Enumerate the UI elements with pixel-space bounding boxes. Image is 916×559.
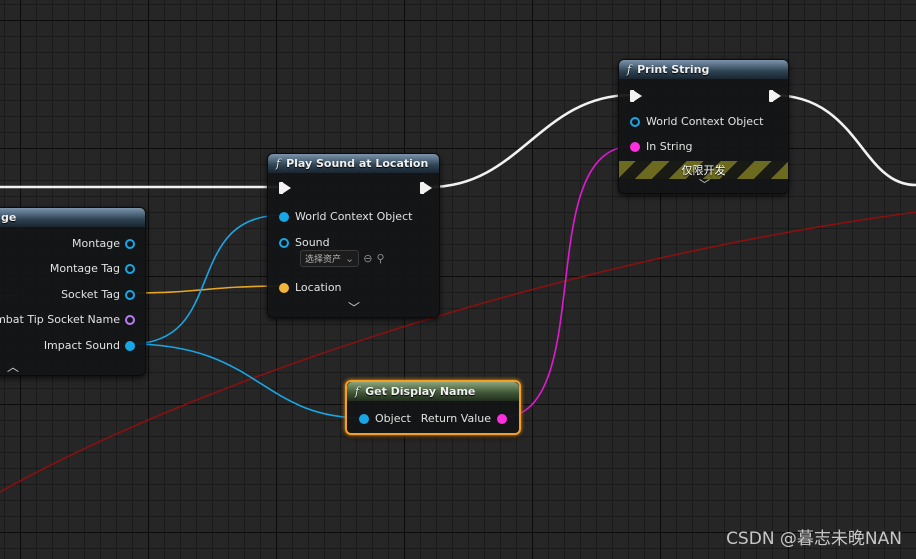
pin-return-value-label: Return Value: [420, 412, 491, 425]
pin-return-value[interactable]: Return Value: [421, 412, 507, 425]
get-display-name-header[interactable]: f Get Display Name: [347, 382, 519, 401]
watermark: CSDN @暮志未晚NAN: [726, 529, 902, 549]
hollow-blue-pin-icon[interactable]: [125, 238, 135, 249]
filled-yellow-pin-icon[interactable]: [279, 282, 289, 293]
pin-object-label: Object: [375, 412, 411, 425]
filled-blue-pin-icon[interactable]: [125, 340, 135, 351]
pin-montage-tag-label: Montage Tag: [49, 262, 120, 275]
get-display-name-title: Get Display Name: [365, 385, 476, 398]
pin-montage[interactable]: Montage: [72, 237, 135, 250]
play-sound-at-location-node[interactable]: f Play Sound at Location World Context O…: [267, 153, 440, 318]
pin-sound-label: Sound: [295, 236, 330, 249]
exec-in-pin-icon[interactable]: [630, 90, 642, 102]
wire-exec-print-out: [771, 93, 916, 187]
pin-in-string[interactable]: In String: [630, 140, 693, 153]
pin-combat-tip-socket-name[interactable]: Combat Tip Socket Name: [0, 313, 135, 326]
chevron-down-icon: ⌄: [345, 252, 355, 265]
pin-world-context-object[interactable]: World Context Object: [630, 115, 763, 128]
pin-socket-tag[interactable]: Socket Tag: [61, 288, 135, 301]
wire-impact-sound-to-world-context: [129, 214, 284, 345]
pin-impact-sound[interactable]: Impact Sound: [44, 339, 135, 352]
filled-blue-pin-icon[interactable]: [279, 211, 289, 222]
search-icon[interactable]: ⚲: [376, 252, 384, 265]
pin-socket-tag-label: Socket Tag: [61, 288, 120, 301]
filled-blue-pin-icon[interactable]: [359, 413, 369, 424]
hollow-blue-pin-icon[interactable]: [630, 116, 640, 127]
pin-location[interactable]: Location: [279, 281, 342, 294]
browse-arrow-icon[interactable]: ⊖: [363, 252, 372, 265]
asset-select-label: 选择资产: [305, 255, 342, 265]
wire-exec-play-sound-to-print: [429, 93, 633, 189]
filled-pink-pin-icon[interactable]: [630, 141, 640, 152]
pin-combat-tip-socket-name-label: Combat Tip Socket Name: [0, 313, 120, 326]
function-icon: f: [355, 385, 360, 398]
pin-montage-tag[interactable]: Montage Tag: [50, 262, 135, 275]
exec-out-pin-icon[interactable]: [769, 90, 781, 102]
hollow-blue-pin-icon[interactable]: [279, 237, 289, 248]
pin-location-label: Location: [295, 281, 342, 294]
get-display-name-node[interactable]: f Get Display Name Object Return Value: [345, 380, 521, 435]
pin-world-context-label: World Context Object: [295, 210, 413, 223]
pin-impact-sound-label: Impact Sound: [43, 339, 120, 352]
print-string-title: Print String: [637, 63, 710, 76]
asset-select-dropdown[interactable]: 选择资产 ⌄: [300, 250, 360, 267]
wire-socket-tag-to-location: [132, 285, 284, 294]
pin-montage-label: Montage: [72, 237, 120, 250]
print-string-node[interactable]: f Print String World Context Object In S…: [618, 59, 789, 194]
function-icon: f: [276, 157, 281, 170]
pin-object[interactable]: Object: [359, 412, 411, 425]
pin-sound[interactable]: Sound: [279, 236, 330, 249]
exec-in-pin-icon[interactable]: [279, 182, 291, 194]
hollow-blue-pin-icon[interactable]: [125, 263, 135, 274]
hollow-blue-pin-icon[interactable]: [125, 289, 135, 300]
chevron-down-icon[interactable]: ﹀: [699, 176, 710, 192]
sound-asset-picker[interactable]: 选择资产 ⌄ ⊖ ⚲: [300, 250, 385, 267]
chevron-down-icon[interactable]: ﹀: [348, 299, 360, 316]
hollow-purple-pin-icon[interactable]: [125, 314, 135, 325]
exec-out-pin-icon[interactable]: [420, 182, 432, 194]
left-node-header[interactable]: ge: [0, 208, 145, 227]
pin-world-context-label: World Context Object: [646, 115, 764, 128]
pin-world-context-object[interactable]: World Context Object: [279, 210, 412, 223]
wire-return-to-in-string: [499, 145, 634, 419]
play-sound-header[interactable]: f Play Sound at Location: [268, 154, 439, 173]
pin-in-string-label: In String: [646, 140, 693, 153]
filled-pink-pin-icon[interactable]: [497, 413, 507, 424]
left-node[interactable]: ge Montage Montage Tag Socket Tag Combat…: [0, 207, 146, 376]
play-sound-title: Play Sound at Location: [286, 157, 429, 170]
chevron-up-icon[interactable]: ︿: [7, 358, 19, 375]
print-string-header[interactable]: f Print String: [619, 60, 788, 79]
left-node-title: ge: [1, 211, 17, 224]
function-icon: f: [627, 63, 632, 76]
